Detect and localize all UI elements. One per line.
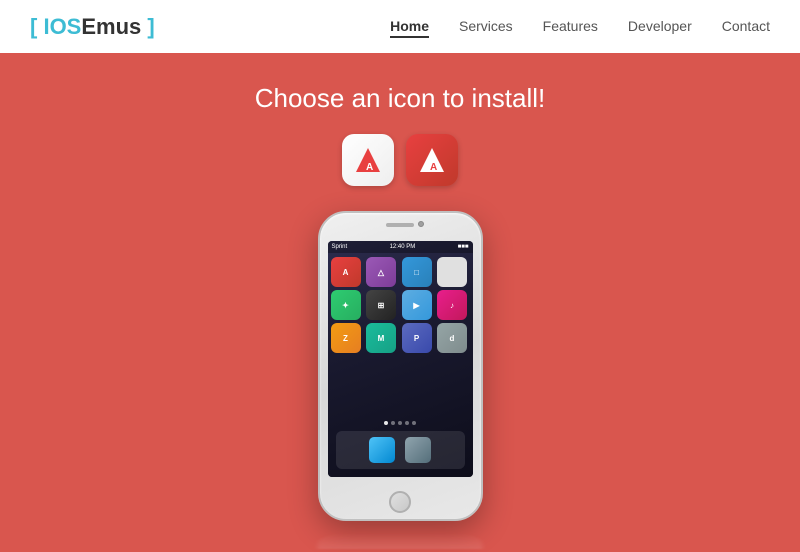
grid-icon-9[interactable]: Z	[331, 323, 361, 353]
nav-link-home[interactable]: Home	[390, 18, 429, 38]
phone-speaker	[386, 223, 414, 227]
svg-text:A: A	[430, 162, 437, 173]
icon-option-white[interactable]: A	[342, 134, 394, 186]
icon-option-red[interactable]: A	[406, 134, 458, 186]
grid-icon-6[interactable]: ⊞	[366, 290, 396, 320]
svg-text:A: A	[366, 162, 373, 173]
page-dot-2	[391, 421, 395, 425]
grid-icon-12[interactable]: d	[437, 323, 467, 353]
logo-bracket-open: [	[30, 14, 37, 39]
grid-icon-1[interactable]: A	[331, 257, 361, 287]
grid-icon-10[interactable]: M	[366, 323, 396, 353]
nav-link-services[interactable]: Services	[459, 18, 513, 34]
nav-link-contact[interactable]: Contact	[722, 18, 770, 34]
phone-camera	[418, 221, 424, 227]
phone-mockup: Sprint 12:40 PM ■■■ A △ □ ✦ ⊞ ▶ ♪ Z	[318, 211, 483, 521]
main-content: Choose an icon to install! A A Sp	[0, 53, 800, 521]
icon-white-svg: A	[352, 144, 384, 176]
grid-icon-4[interactable]	[437, 257, 467, 287]
status-bar: Sprint 12:40 PM ■■■	[328, 241, 473, 253]
headline: Choose an icon to install!	[255, 83, 546, 114]
phone-body: Sprint 12:40 PM ■■■ A △ □ ✦ ⊞ ▶ ♪ Z	[318, 211, 483, 521]
page-dot-5	[412, 421, 416, 425]
carrier-text: Sprint	[332, 244, 348, 250]
app-grid: A △ □ ✦ ⊞ ▶ ♪ Z M P d	[328, 253, 473, 357]
phone-dock	[336, 431, 465, 469]
nav-item-contact[interactable]: Contact	[722, 18, 770, 36]
page-dot-4	[405, 421, 409, 425]
logo-bracket-close: ]	[147, 14, 154, 39]
grid-icon-7[interactable]: ▶	[402, 290, 432, 320]
grid-icon-8[interactable]: ♪	[437, 290, 467, 320]
nav-item-services[interactable]: Services	[459, 18, 513, 36]
nav-item-home[interactable]: Home	[390, 18, 429, 36]
battery-text: ■■■	[458, 244, 469, 250]
logo: [ IOSEmus ]	[30, 14, 155, 40]
nav-link-developer[interactable]: Developer	[628, 18, 692, 34]
screen-background: Sprint 12:40 PM ■■■ A △ □ ✦ ⊞ ▶ ♪ Z	[328, 241, 473, 477]
grid-icon-5[interactable]: ✦	[331, 290, 361, 320]
page-dots	[384, 421, 416, 425]
dock-safari[interactable]	[369, 437, 395, 463]
phone-screen: Sprint 12:40 PM ■■■ A △ □ ✦ ⊞ ▶ ♪ Z	[328, 241, 473, 477]
nav-links: Home Services Features Developer Contact	[390, 18, 770, 36]
time-text: 12:40 PM	[390, 244, 416, 250]
icon-red-svg: A	[416, 144, 448, 176]
dock-settings[interactable]	[405, 437, 431, 463]
icon-choices: A A	[342, 134, 458, 186]
grid-icon-3[interactable]: □	[402, 257, 432, 287]
logo-ios: IOS	[43, 14, 81, 39]
navbar: [ IOSEmus ] Home Services Features Devel…	[0, 0, 800, 53]
phone-home-button[interactable]	[389, 491, 411, 513]
nav-item-features[interactable]: Features	[543, 18, 598, 36]
nav-link-features[interactable]: Features	[543, 18, 598, 34]
grid-icon-11[interactable]: P	[402, 323, 432, 353]
grid-icon-2[interactable]: △	[366, 257, 396, 287]
phone-reflection	[318, 533, 483, 549]
logo-emus: Emus	[81, 14, 147, 39]
page-dot-1	[384, 421, 388, 425]
page-dot-3	[398, 421, 402, 425]
nav-item-developer[interactable]: Developer	[628, 18, 692, 36]
